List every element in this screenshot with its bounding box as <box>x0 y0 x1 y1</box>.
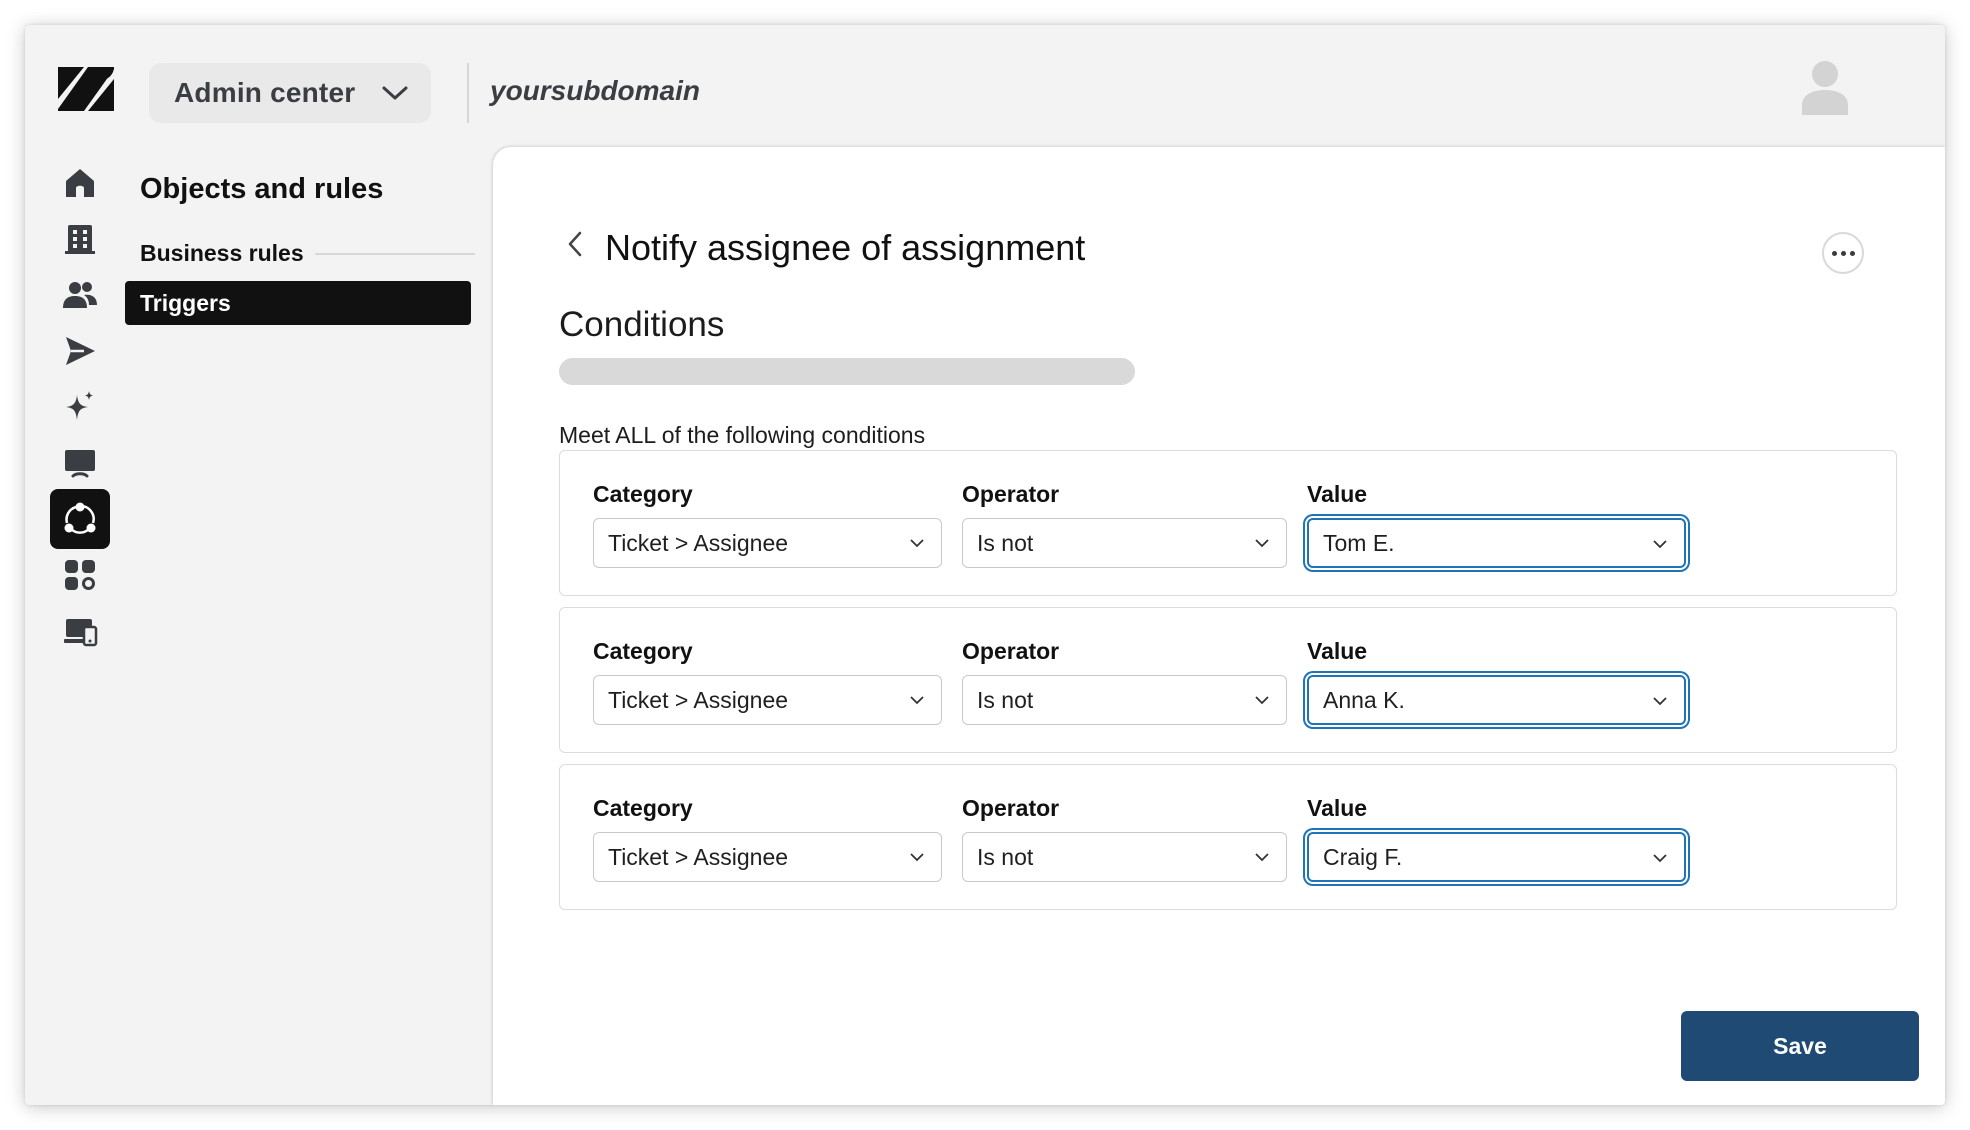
rail-home[interactable] <box>50 153 110 213</box>
people-icon <box>63 282 97 308</box>
user-avatar-icon[interactable] <box>1800 59 1850 115</box>
operator-select-value: Is not <box>977 529 1034 556</box>
more-options-button[interactable] <box>1822 232 1864 274</box>
value-select[interactable]: Tom E. <box>1307 518 1686 568</box>
nav-item-triggers[interactable]: Triggers <box>125 281 471 325</box>
loading-placeholder-bar <box>559 358 1135 385</box>
rail-account[interactable] <box>50 601 110 661</box>
chevron-down-icon <box>1653 854 1667 863</box>
rail-workspaces[interactable] <box>50 433 110 493</box>
rail-apps[interactable] <box>50 545 110 605</box>
category-select[interactable]: Ticket > Assignee <box>593 675 942 725</box>
category-select-value: Ticket > Assignee <box>608 529 789 556</box>
chevron-down-icon <box>1255 539 1269 548</box>
rail-ai[interactable] <box>50 377 110 437</box>
operator-select[interactable]: Is not <box>962 675 1287 725</box>
category-label: Category <box>593 481 693 507</box>
subdomain-label: yoursubdomain <box>490 75 701 106</box>
dot <box>1840 250 1846 256</box>
page-title: Notify assignee of assignment <box>605 227 1086 268</box>
chevron-down-icon <box>1653 540 1667 549</box>
category-label: Category <box>593 638 693 664</box>
product-switcher-label: Admin center <box>174 77 356 108</box>
value-select[interactable]: Anna K. <box>1307 675 1686 725</box>
product-switcher-button[interactable]: Admin center <box>149 63 431 123</box>
operator-label: Operator <box>962 481 1060 507</box>
chevron-down-icon <box>1255 696 1269 705</box>
condition-row: Category Operator Value Ticket > Assigne… <box>559 607 1897 753</box>
save-button[interactable]: Save <box>1681 1011 1919 1081</box>
value-select-value: Craig F. <box>1323 843 1403 870</box>
chevron-down-icon <box>1255 853 1269 862</box>
value-label: Value <box>1307 638 1368 664</box>
operator-select[interactable]: Is not <box>962 518 1287 568</box>
nav-section-business-rules: Business rules <box>140 240 304 266</box>
chevron-down-icon <box>910 696 924 705</box>
header-divider <box>467 63 469 123</box>
main-panel: Notify assignee of assignment Conditions… <box>493 147 1945 1105</box>
category-select-value: Ticket > Assignee <box>608 686 789 713</box>
category-select-value: Ticket > Assignee <box>608 843 789 870</box>
building-icon <box>65 225 95 254</box>
rail-organization[interactable] <box>50 209 110 269</box>
value-select[interactable]: Craig F. <box>1307 832 1686 882</box>
admin-center-window: Admin center yoursubdomain Objects and r… <box>25 25 1945 1105</box>
value-select-value: Tom E. <box>1323 529 1395 556</box>
conditions-heading: Conditions <box>559 305 725 344</box>
send-icon <box>66 337 95 365</box>
rail-objects-rules[interactable] <box>50 489 110 549</box>
back-chevron-icon[interactable] <box>565 229 585 259</box>
category-label: Category <box>593 795 693 821</box>
nav-section-divider <box>315 253 475 255</box>
sparkle-icon <box>66 391 93 420</box>
rail-people[interactable] <box>50 265 110 325</box>
chevron-down-icon <box>382 86 408 100</box>
category-select[interactable]: Ticket > Assignee <box>593 832 942 882</box>
workspace-icon <box>64 619 98 647</box>
condition-row: Category Operator Value Ticket > Assigne… <box>559 764 1897 910</box>
category-select[interactable]: Ticket > Assignee <box>593 518 942 568</box>
operator-select[interactable]: Is not <box>962 832 1287 882</box>
chevron-down-icon <box>910 853 924 862</box>
value-label: Value <box>1307 795 1368 821</box>
dot <box>1849 250 1855 256</box>
nav-title: Objects and rules <box>140 173 384 205</box>
monitor-icon <box>65 450 95 478</box>
chevron-down-icon <box>1653 697 1667 706</box>
operator-label: Operator <box>962 795 1060 821</box>
operator-select-value: Is not <box>977 843 1034 870</box>
meet-all-conditions-label: Meet ALL of the following conditions <box>559 422 926 448</box>
home-icon <box>66 169 94 197</box>
objects-rules-icon <box>64 502 96 534</box>
apps-icon <box>65 560 95 590</box>
value-label: Value <box>1307 481 1368 507</box>
operator-label: Operator <box>962 638 1060 664</box>
condition-row: Category Operator Value Ticket > Assigne… <box>559 450 1897 596</box>
chevron-down-icon <box>910 539 924 548</box>
zendesk-logo-icon[interactable] <box>58 67 114 111</box>
rail-channels[interactable] <box>50 321 110 381</box>
value-select-value: Anna K. <box>1323 686 1405 713</box>
dot <box>1831 250 1837 256</box>
operator-select-value: Is not <box>977 686 1034 713</box>
